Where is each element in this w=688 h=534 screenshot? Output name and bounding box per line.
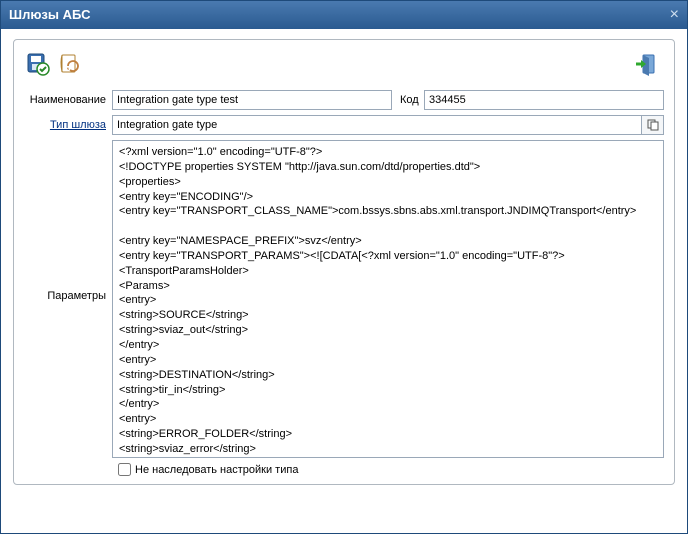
params-textarea[interactable]: [112, 140, 664, 458]
name-label: Наименование: [24, 94, 112, 106]
params-label: Параметры: [24, 140, 112, 302]
exit-button[interactable]: [632, 50, 660, 78]
document-history-icon: [58, 52, 82, 76]
type-label-link[interactable]: Тип шлюза: [24, 119, 112, 131]
inherit-row: Не наследовать настройки типа: [24, 463, 664, 476]
type-input[interactable]: [112, 115, 642, 135]
window-titlebar: Шлюзы АБС ×: [1, 1, 687, 29]
toolbar: [24, 50, 664, 78]
close-icon[interactable]: ×: [670, 1, 679, 29]
type-picker-button[interactable]: [642, 115, 664, 135]
save-button[interactable]: [24, 50, 52, 78]
inherit-checkbox[interactable]: [118, 463, 131, 476]
inherit-label: Не наследовать настройки типа: [135, 464, 298, 476]
copy-icon: [646, 118, 660, 132]
window-title: Шлюзы АБС: [9, 7, 91, 22]
name-row: Наименование Код: [24, 90, 664, 110]
content-area: Наименование Код Тип шлюза Параметры Не …: [1, 29, 687, 495]
exit-icon: [634, 52, 658, 76]
main-panel: Наименование Код Тип шлюза Параметры Не …: [13, 39, 675, 485]
code-input[interactable]: [424, 90, 664, 110]
name-input[interactable]: [112, 90, 392, 110]
params-row: Параметры: [24, 140, 664, 458]
save-check-icon: [26, 52, 50, 76]
code-label: Код: [392, 94, 424, 106]
history-button[interactable]: [56, 50, 84, 78]
type-row: Тип шлюза: [24, 115, 664, 135]
